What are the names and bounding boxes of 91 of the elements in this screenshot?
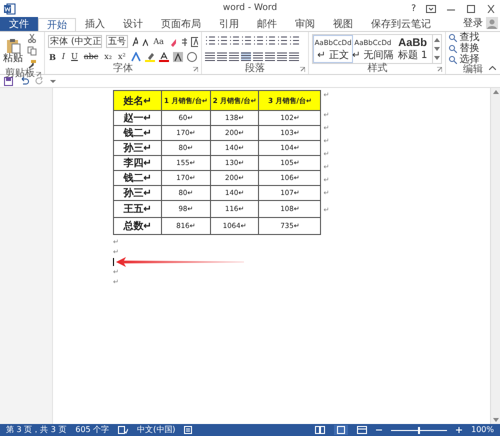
font-size-field[interactable]: 五号	[106, 35, 128, 48]
undo-icon[interactable]	[19, 76, 29, 86]
scroll-down-icon[interactable]	[434, 46, 440, 51]
language-indicator[interactable]: 中文(中国)	[137, 424, 176, 436]
change-case-button[interactable]: Aa	[152, 36, 165, 46]
ribbon-tab[interactable]: 邮件	[248, 17, 286, 31]
search-icon	[449, 34, 458, 42]
font-style-button[interactable]: x²	[116, 52, 127, 62]
font-color-icon[interactable]	[158, 52, 169, 62]
word-count[interactable]: 605 个字	[75, 424, 110, 436]
paste-button[interactable]: 粘贴	[3, 38, 23, 64]
table-cell: 总数↵	[114, 218, 162, 234]
search-icon	[449, 56, 458, 64]
bullets-icon[interactable]	[205, 36, 216, 46]
ribbon-display-icon[interactable]	[426, 4, 436, 12]
group-label: 样式	[367, 64, 388, 74]
sign-in-link[interactable]: 登录	[463, 17, 483, 31]
ribbon-tab[interactable]: 文件	[0, 17, 38, 31]
page-count[interactable]: 第 3 页，共 3 页	[6, 424, 66, 436]
vertical-scrollbar[interactable]	[490, 88, 500, 424]
scroll-down-icon[interactable]	[492, 418, 498, 422]
gallery-scroll[interactable]	[432, 35, 442, 63]
table-cell: 赵一↵	[114, 110, 162, 126]
editing-button[interactable]: 替换	[449, 44, 497, 54]
enclose-characters-icon[interactable]	[186, 52, 197, 62]
clear-formatting-icon[interactable]	[168, 36, 176, 46]
window-title: word - Word	[222, 3, 278, 13]
dialog-launcher-icon[interactable]	[300, 67, 306, 72]
style-item[interactable]: AaBb 标题 1	[392, 35, 432, 63]
table-cell: 钱二↵	[114, 126, 162, 140]
font-style-button[interactable]: abc	[82, 52, 100, 62]
more-styles-icon[interactable]	[434, 56, 440, 60]
customize-toolbar-icon[interactable]	[50, 78, 56, 84]
proofing-icon[interactable]	[118, 426, 128, 434]
table-cell: 李四↵	[114, 156, 162, 170]
table-cell: 孙三↵	[114, 140, 162, 156]
scroll-up-icon[interactable]	[434, 38, 440, 42]
grow-font-icon[interactable]	[132, 37, 138, 46]
group-label: 剪贴板	[5, 69, 36, 79]
read-mode-icon[interactable]	[315, 426, 326, 434]
web-layout-icon[interactable]	[357, 426, 368, 434]
copy-icon[interactable]	[27, 46, 37, 56]
word-logo-icon	[4, 2, 16, 14]
ribbon-tab[interactable]: 设计	[114, 17, 152, 31]
ribbon-tab[interactable]: 引用	[210, 17, 248, 31]
dialog-launcher-icon[interactable]	[36, 72, 42, 77]
help-button[interactable]: ?	[411, 4, 416, 14]
scroll-up-icon[interactable]	[492, 90, 498, 94]
group-label: 段落	[245, 64, 266, 74]
editing-button[interactable]: 选择	[449, 55, 497, 65]
cut-icon[interactable]	[27, 33, 37, 43]
ribbon-tab[interactable]: 页面布局	[152, 17, 210, 31]
character-border-icon[interactable]	[191, 36, 198, 46]
phonetic-guide-icon[interactable]	[180, 36, 188, 46]
print-layout-icon[interactable]	[334, 425, 348, 435]
table-cell: 王五↵	[114, 200, 162, 218]
ribbon-tab[interactable]: 保存到云笔记	[362, 17, 440, 31]
font-style-button[interactable]: I	[60, 52, 66, 62]
zoom-level[interactable]: 100%	[471, 424, 494, 436]
table-cell: 钱二↵	[114, 170, 162, 186]
table-header-cell: 姓名↵	[114, 90, 162, 110]
zoom-slider-thumb[interactable]	[418, 426, 420, 434]
group-label: 字体	[113, 64, 134, 74]
justify-icon[interactable]	[241, 52, 252, 61]
ribbon-tab[interactable]: 插入	[76, 17, 114, 31]
collapse-ribbon-icon[interactable]	[489, 66, 496, 70]
font-style-button[interactable]: B	[48, 52, 57, 62]
close-icon[interactable]	[486, 4, 496, 12]
ribbon-tab[interactable]: 视图	[324, 17, 362, 31]
table-cell: 孙三↵	[114, 186, 162, 200]
zoom-out-icon[interactable]	[376, 427, 382, 433]
maximize-icon[interactable]	[466, 4, 476, 12]
zoom-in-icon[interactable]	[456, 427, 462, 433]
dialog-launcher-icon[interactable]	[437, 67, 442, 72]
search-icon	[449, 45, 458, 53]
font-style-button[interactable]: U	[70, 52, 79, 62]
ribbon-tab[interactable]: 开始	[38, 18, 76, 32]
shrink-font-icon[interactable]	[142, 37, 148, 46]
text-effects-icon[interactable]	[130, 52, 141, 62]
character-shading-icon[interactable]	[172, 52, 183, 62]
font-style-button[interactable]: x₂	[103, 52, 113, 62]
macro-icon[interactable]	[184, 426, 192, 434]
ribbon-tab[interactable]: 审阅	[286, 17, 324, 31]
dialog-launcher-icon[interactable]	[193, 67, 198, 72]
group-label: 编辑	[463, 65, 484, 75]
highlight-icon[interactable]	[144, 52, 155, 62]
align-left-icon[interactable]	[205, 52, 216, 61]
save-icon[interactable]	[4, 76, 13, 86]
editing-button[interactable]: 查找	[449, 33, 497, 43]
font-name-field[interactable]: 宋体 (中文正	[48, 35, 102, 48]
format-painter-icon[interactable]	[27, 59, 37, 69]
